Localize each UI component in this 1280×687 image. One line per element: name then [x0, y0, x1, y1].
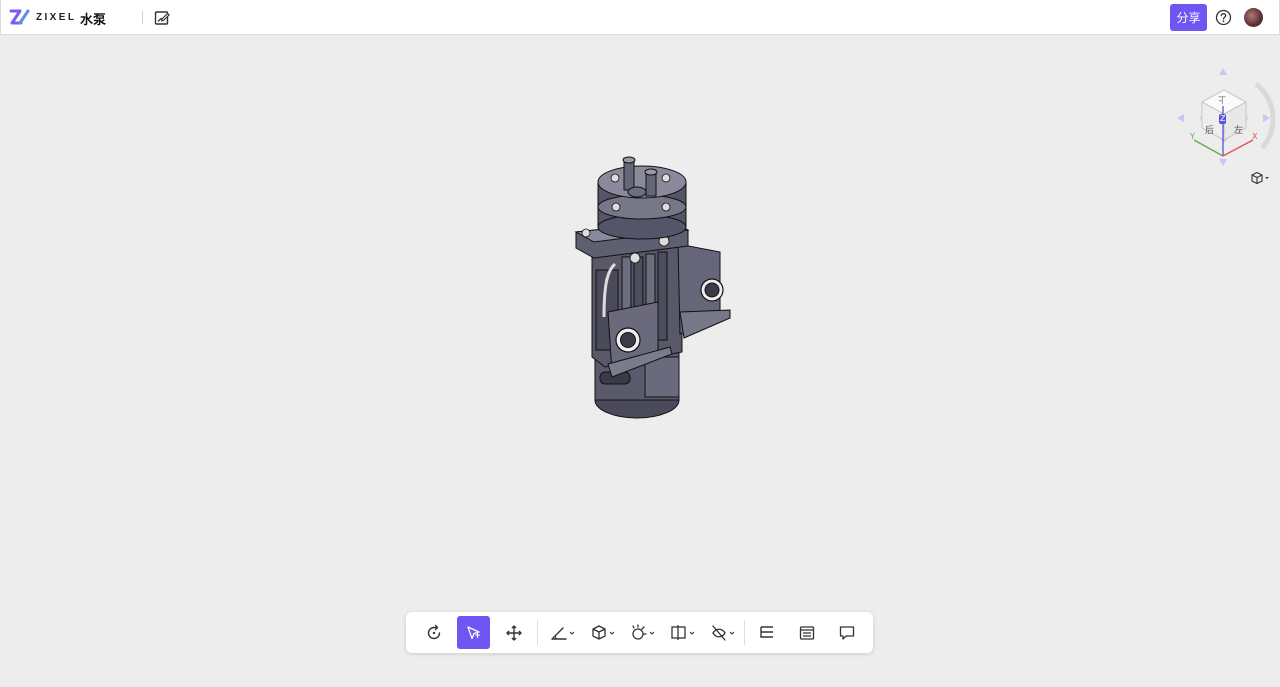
- navcube-face-top[interactable]: 上: [1218, 94, 1226, 105]
- explode-icon: [632, 623, 655, 640]
- rotate-reset-icon: [427, 624, 440, 639]
- reset-view-button[interactable]: [417, 616, 450, 649]
- explode-tool-button[interactable]: [626, 616, 660, 649]
- tree-list-icon: [759, 625, 773, 638]
- view-mode-button[interactable]: [1249, 170, 1271, 186]
- navcube-face-left[interactable]: 左: [1234, 123, 1243, 136]
- toolbar-separator: [537, 620, 538, 645]
- axis-label-x: X: [1252, 132, 1258, 141]
- properties-panel-icon: [799, 625, 814, 640]
- cursor-select-icon: [466, 625, 480, 639]
- bottom-toolbar: [406, 612, 873, 653]
- top-bar: ZIXEL 水泵 分享: [0, 0, 1280, 35]
- measure-tool-button[interactable]: [546, 616, 580, 649]
- logo-wordmark: ZIXEL: [36, 11, 77, 23]
- header-divider: [142, 11, 143, 24]
- axis-label-y: Y: [1190, 132, 1195, 141]
- properties-button[interactable]: [790, 616, 823, 649]
- view-navcube[interactable]: 上 Z 后 左 X Y: [1172, 66, 1276, 170]
- hide-tool-button[interactable]: [706, 616, 740, 649]
- section-plane-icon: [671, 624, 695, 640]
- pan-tool-button[interactable]: [497, 616, 530, 649]
- model-tree-button[interactable]: [750, 616, 783, 649]
- edit-document-button[interactable]: [153, 9, 171, 27]
- edit-image-icon: [154, 11, 170, 25]
- comment-icon: [839, 625, 854, 640]
- toolbar-separator: [744, 620, 745, 645]
- select-tool-button[interactable]: [457, 616, 490, 649]
- section-tool-button[interactable]: [666, 616, 700, 649]
- document-title: 水泵: [80, 13, 107, 28]
- zixel-logo-icon: [9, 9, 30, 25]
- pump-3d-model[interactable]: [560, 152, 740, 422]
- cube-dropdown-icon: [1251, 171, 1269, 185]
- app-logo[interactable]: ZIXEL: [9, 7, 76, 27]
- hide-eye-icon: [712, 624, 735, 641]
- navcube-face-back[interactable]: 后: [1205, 123, 1214, 136]
- measure-icon: [551, 626, 575, 640]
- help-button[interactable]: [1215, 9, 1232, 26]
- move-arrows-icon: [505, 624, 522, 641]
- help-question-icon: [1215, 9, 1232, 26]
- comments-button[interactable]: [830, 616, 863, 649]
- user-avatar[interactable]: [1244, 8, 1263, 27]
- cube-display-icon: [592, 624, 615, 640]
- navcube-face-z[interactable]: Z: [1219, 114, 1227, 124]
- share-button[interactable]: 分享: [1170, 4, 1207, 31]
- display-mode-button[interactable]: [586, 616, 620, 649]
